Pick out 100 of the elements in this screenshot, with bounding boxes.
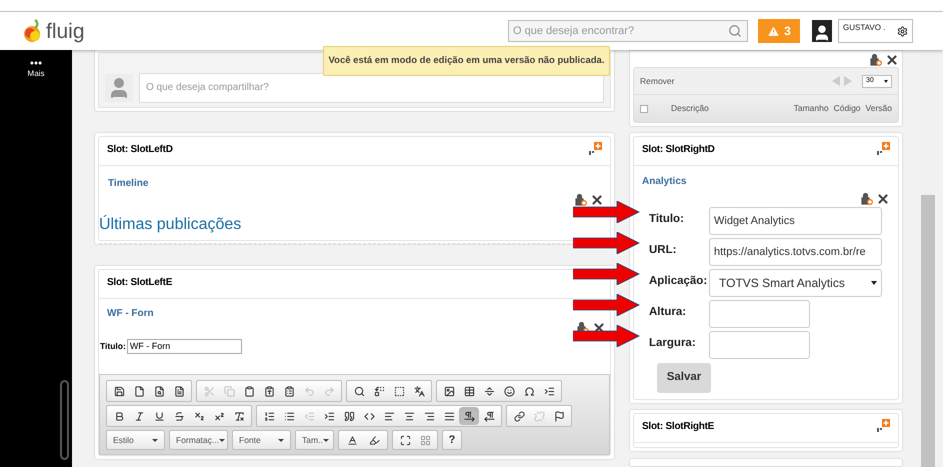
scrollbar-thumb[interactable] <box>921 195 935 467</box>
flag-icon <box>554 410 564 422</box>
scroll-handle[interactable] <box>60 380 69 460</box>
indent-icon <box>544 386 554 396</box>
remove-format-icon <box>234 410 244 422</box>
add-widget-icon[interactable] <box>589 142 602 155</box>
toolbar-dropdown[interactable]: Fonte <box>232 430 291 450</box>
add-widget-icon[interactable] <box>877 142 890 155</box>
slot-title: Slot: SlotLeftD <box>107 143 173 157</box>
underline-icon <box>154 410 164 422</box>
checkbox[interactable] <box>640 104 648 112</box>
caret-icon <box>322 438 329 442</box>
pilcrow-icon <box>464 410 474 422</box>
caret-icon <box>871 281 877 285</box>
remove-button[interactable]: Remover <box>640 74 674 88</box>
code-icon <box>364 410 374 422</box>
superscript-icon <box>214 410 224 422</box>
close-icon[interactable] <box>590 193 604 207</box>
text-field[interactable] <box>709 331 810 359</box>
outdent-icon <box>304 410 314 422</box>
column-header[interactable]: Tamanho <box>794 102 829 115</box>
image-icon <box>444 386 454 396</box>
align-right-icon <box>424 410 434 422</box>
align-center-icon <box>404 410 414 422</box>
highlighter-icon <box>368 434 380 446</box>
column-header[interactable]: Código <box>834 102 861 115</box>
field-label: Titulo: <box>100 340 126 353</box>
title-field[interactable]: WF - Forn <box>126 339 242 354</box>
lock-icon[interactable] <box>574 193 587 206</box>
field-label: Titulo: <box>649 212 685 227</box>
maximize-icon <box>400 434 410 446</box>
person-icon <box>813 24 831 42</box>
indent-icon <box>324 410 334 422</box>
field-label: Largura: <box>649 336 697 351</box>
subscript-icon <box>194 410 204 422</box>
omega-icon <box>524 386 534 396</box>
help-button[interactable]: ? <box>442 430 462 450</box>
slot-title: Slot: SlotRightE <box>642 420 714 434</box>
user-menu[interactable]: GUSTAVO . <box>838 19 913 43</box>
numbered-list-icon <box>264 410 274 422</box>
toolbar-dropdown[interactable]: Formataç... <box>169 430 228 450</box>
italic-icon <box>134 410 144 422</box>
edit-mode-notice: Você está em modo de edição em uma versão não publicada. <box>323 46 610 76</box>
add-widget-icon[interactable] <box>877 419 890 432</box>
redo-icon <box>324 386 334 396</box>
widget-title: Analytics <box>642 176 686 187</box>
quote-icon <box>344 410 354 422</box>
caret-icon <box>152 438 158 442</box>
undo-icon <box>304 386 314 396</box>
table-icon <box>464 386 474 396</box>
application-select[interactable]: TOTVS Smart Analytics <box>709 269 882 297</box>
caret-icon <box>884 80 888 82</box>
column-header[interactable]: Descrição <box>671 102 789 115</box>
strikethrough-icon <box>174 410 184 422</box>
caret-icon <box>218 438 225 442</box>
column-header[interactable]: Versão <box>866 102 892 115</box>
page-icon <box>134 386 144 396</box>
horizontal-line-icon <box>484 386 494 396</box>
logo-icon <box>23 19 43 43</box>
text-field[interactable]: Widget Analytics <box>709 207 882 235</box>
bold-icon <box>114 410 124 422</box>
save-button[interactable]: Salvar <box>657 363 711 393</box>
smiley-icon <box>504 386 514 396</box>
lock-icon[interactable] <box>860 192 873 205</box>
toolbar-dropdown[interactable]: Estilo <box>106 430 165 450</box>
justify-icon <box>444 410 454 422</box>
broken-link-icon <box>534 410 544 422</box>
page-magnifier-icon <box>154 386 164 396</box>
lock-icon[interactable] <box>869 53 882 66</box>
clipboard-list-icon <box>284 386 294 396</box>
languages-icon <box>414 386 424 396</box>
toolbar-dropdown[interactable]: Tam.. <box>295 430 334 450</box>
search-icon[interactable] <box>728 24 742 38</box>
replace-icon <box>374 386 384 396</box>
ltr-button[interactable] <box>459 407 479 425</box>
slot-title: Slot: SlotRightD <box>642 143 715 157</box>
text-field[interactable] <box>709 300 810 328</box>
search-icon <box>354 386 364 396</box>
settings-icon[interactable] <box>897 26 908 37</box>
close-icon[interactable] <box>885 53 899 67</box>
copy-icon <box>224 386 234 396</box>
caret-icon <box>278 438 284 442</box>
warning-icon <box>767 24 780 38</box>
pilcrow-icon <box>484 410 494 422</box>
document-icon <box>174 386 184 396</box>
sidebar-item[interactable]: Mais <box>28 56 44 80</box>
link-icon <box>514 410 524 422</box>
blocks-icon <box>420 434 430 446</box>
text-color-icon <box>346 434 358 446</box>
field-label: URL: <box>649 243 678 258</box>
scissors-icon <box>204 386 214 396</box>
field-label: Aplicação: <box>649 274 708 289</box>
clipboard-text-icon <box>264 386 274 396</box>
text-field[interactable]: https://analytics.totvs.com.br/re <box>709 238 882 266</box>
slot-title: Slot: SlotLeftE <box>107 276 172 290</box>
widget-title: WF - Forn <box>107 308 154 319</box>
close-icon[interactable] <box>876 192 890 206</box>
logo[interactable]: fluig <box>46 20 85 42</box>
widget-title: Timeline <box>108 178 148 189</box>
clipboard-icon <box>244 386 254 396</box>
